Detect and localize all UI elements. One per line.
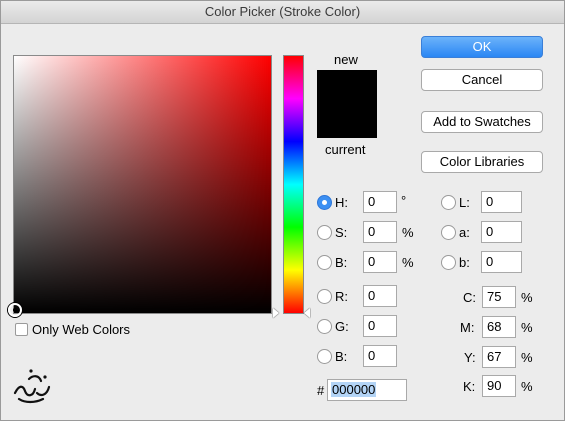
hue-slider[interactable] (283, 55, 304, 314)
ok-button[interactable]: OK (421, 36, 543, 58)
s-unit: % (402, 225, 414, 240)
c-field[interactable]: 75 (482, 286, 516, 308)
b-hsb-radio[interactable] (317, 255, 332, 270)
b-lab-field[interactable]: 0 (481, 251, 522, 273)
only-web-colors-checkbox[interactable] (15, 323, 28, 336)
hex-field[interactable]: 000000 (327, 379, 407, 401)
s-field[interactable]: 0 (363, 221, 397, 243)
r-label: R: (335, 289, 348, 304)
r-radio[interactable] (317, 289, 332, 304)
hue-right-arrow-icon[interactable] (304, 308, 310, 318)
k-label: K: (463, 379, 476, 394)
hex-label: # (317, 383, 325, 398)
g-radio[interactable] (317, 319, 332, 334)
y-field[interactable]: 67 (482, 346, 516, 368)
c-unit: % (521, 290, 533, 305)
k-unit: % (521, 379, 533, 394)
s-radio[interactable] (317, 225, 332, 240)
l-label: L: (459, 195, 470, 210)
current-color-swatch[interactable] (317, 104, 377, 138)
s-label: S: (335, 225, 348, 240)
new-label: new (334, 52, 358, 67)
new-color-swatch (317, 70, 377, 104)
l-radio[interactable] (441, 195, 456, 210)
m-unit: % (521, 320, 533, 335)
a-label: a: (459, 225, 470, 240)
circle-marker-icon[interactable] (8, 303, 22, 317)
h-unit: ° (401, 193, 407, 208)
h-field[interactable]: 0 (363, 191, 397, 213)
a-field[interactable]: 0 (481, 221, 522, 243)
y-unit: % (521, 350, 533, 365)
m-field[interactable]: 68 (482, 316, 516, 338)
current-label: current (325, 142, 366, 157)
y-label: Y: (464, 350, 476, 365)
color-field[interactable] (13, 55, 272, 314)
m-label: M: (460, 320, 475, 335)
b-lab-label: b: (459, 255, 470, 270)
hex-value: 000000 (331, 382, 377, 397)
b-hsb-unit: % (402, 255, 414, 270)
r-field[interactable]: 0 (363, 285, 397, 307)
l-field[interactable]: 0 (481, 191, 522, 213)
b-hsb-field[interactable]: 0 (363, 251, 397, 273)
c-label: C: (463, 290, 476, 305)
a-radio[interactable] (441, 225, 456, 240)
window-title: Color Picker (Stroke Color) (1, 1, 564, 24)
g-field[interactable]: 0 (363, 315, 397, 337)
color-libraries-button[interactable]: Color Libraries (421, 151, 543, 173)
b-rgb-field[interactable]: 0 (363, 345, 397, 367)
h-label: H: (335, 195, 348, 210)
b-rgb-label: B: (335, 349, 348, 364)
g-label: G: (335, 319, 349, 334)
b-lab-radio[interactable] (441, 255, 456, 270)
b-rgb-radio[interactable] (317, 349, 332, 364)
add-to-swatches-button[interactable]: Add to Swatches (421, 111, 543, 133)
cancel-button[interactable]: Cancel (421, 69, 543, 91)
b-hsb-label: B: (335, 255, 348, 270)
k-field[interactable]: 90 (482, 375, 516, 397)
h-radio[interactable] (317, 195, 332, 210)
color-picker-dialog: Color Picker (Stroke Color) new current … (0, 0, 565, 421)
hue-left-arrow-icon[interactable] (273, 308, 279, 318)
only-web-colors-label: Only Web Colors (32, 322, 131, 337)
logo-watermark (13, 369, 51, 404)
